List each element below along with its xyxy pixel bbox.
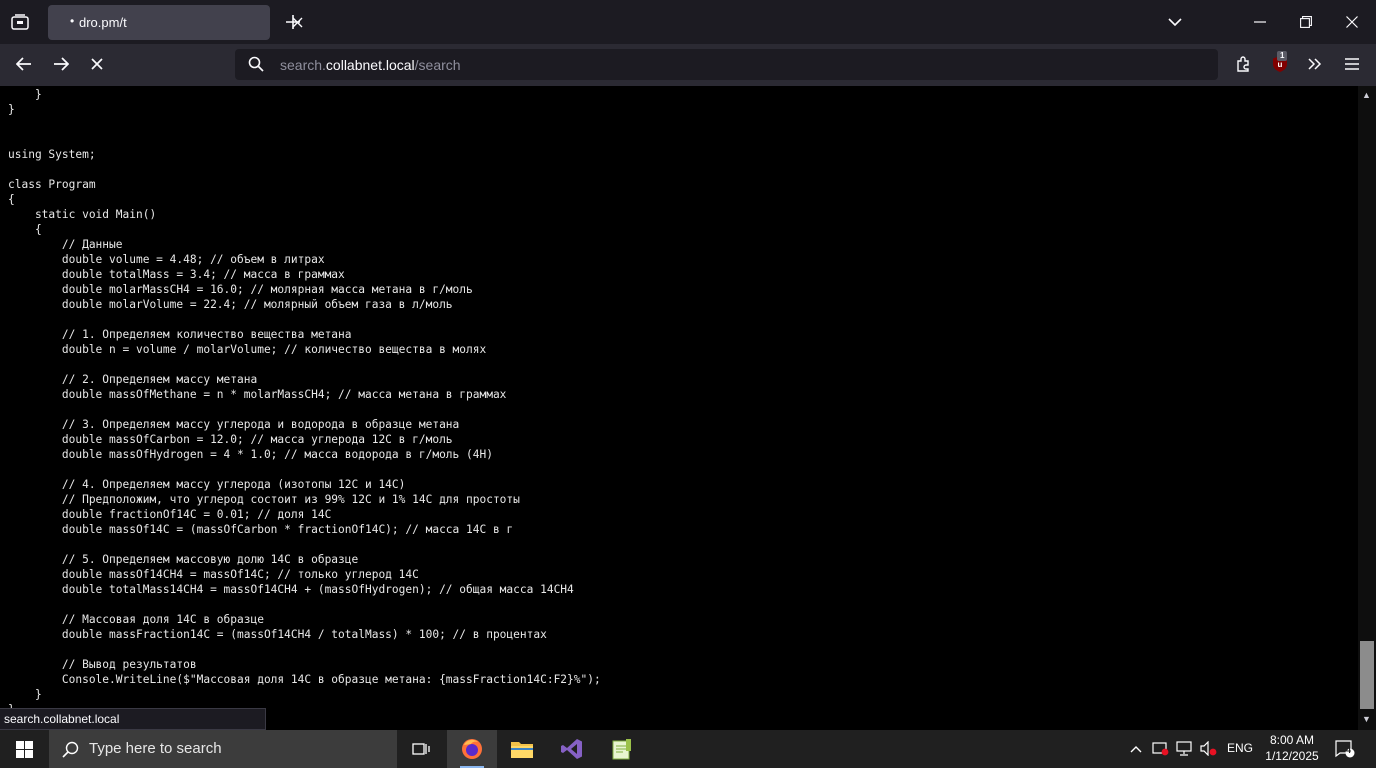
code-line: {	[8, 193, 15, 206]
windows-start-icon[interactable]	[0, 730, 49, 768]
code-line: double fractionOf14C = 0.01; // доля 14C	[8, 508, 332, 521]
url-host: collabnet.local	[325, 57, 415, 73]
page-content: } } using System; class Program { static…	[0, 86, 1358, 708]
code-text: } } using System; class Program { static…	[8, 87, 601, 708]
restore-icon[interactable]	[1296, 12, 1316, 32]
notepad-plus-plus-icon	[612, 739, 631, 760]
search-icon	[247, 55, 265, 73]
code-line: }	[8, 103, 15, 116]
code-line: double massOfMethane = n * molarMassCH4;…	[8, 388, 507, 401]
code-line: }	[8, 88, 42, 101]
app-menu-icon[interactable]	[1342, 54, 1362, 74]
system-clock[interactable]: 8:00 AM 1/12/2025	[1258, 732, 1326, 764]
close-window-icon[interactable]	[1342, 12, 1362, 32]
code-line: }	[8, 688, 42, 701]
scroll-down-arrow-icon[interactable]: ▼	[1362, 714, 1371, 724]
code-line: double massOfCarbon = 12.0; // масса угл…	[8, 433, 453, 446]
minimize-icon[interactable]	[1250, 12, 1270, 32]
notepad-taskbar-app[interactable]	[597, 730, 647, 768]
tab-title: dro.pm/t	[79, 15, 127, 30]
notification-center-icon[interactable]	[1334, 738, 1356, 760]
url-prefix: search.	[280, 57, 326, 73]
list-all-tabs-icon[interactable]	[1166, 13, 1184, 31]
code-line: // Данные	[8, 238, 123, 251]
code-line: // 3. Определяем массу углерода и водоро…	[8, 418, 460, 431]
address-bar[interactable]: search.collabnet.local/search	[235, 49, 1218, 80]
code-line: double massOf14C = (massOfCarbon * fract…	[8, 523, 514, 536]
url-path: /search	[414, 57, 461, 73]
firefox-view-icon[interactable]	[10, 12, 30, 32]
search-icon	[61, 740, 79, 758]
scroll-up-arrow-icon[interactable]: ▲	[1362, 90, 1371, 100]
clock-date: 1/12/2025	[1265, 749, 1319, 763]
overflow-menu-icon[interactable]	[1305, 54, 1325, 74]
taskbar-search-placeholder: Type here to search	[89, 740, 222, 757]
code-line: // 4. Определяем массу углерода (изотопы…	[8, 478, 406, 491]
input-language-indicator[interactable]: ENG	[1227, 741, 1253, 755]
code-line: // 5. Определяем массовую долю 14C в обр…	[8, 553, 359, 566]
code-line: // Вывод результатов	[8, 658, 197, 671]
firefox-taskbar-app[interactable]	[447, 730, 497, 768]
code-line: class Program	[8, 178, 96, 191]
code-line: double massOf14CH4 = massOf14C; // тольк…	[8, 568, 419, 581]
meet-now-icon[interactable]	[1151, 739, 1169, 757]
task-view-icon[interactable]	[407, 730, 435, 768]
visual-studio-taskbar-app[interactable]	[547, 730, 597, 768]
scrollbar-thumb[interactable]	[1360, 641, 1374, 709]
code-line: double molarMassCH4 = 16.0; // молярная …	[8, 283, 473, 296]
code-line: double totalMass14CH4 = massOf14CH4 + (m…	[8, 583, 574, 596]
volume-muted-icon[interactable]	[1199, 739, 1219, 757]
extension-badge: 1	[1277, 51, 1288, 61]
vertical-scrollbar[interactable]	[1358, 86, 1376, 730]
tab-strip: • dro.pm/t	[0, 0, 1376, 44]
tab-loading-indicator: •	[70, 14, 75, 28]
folder-icon	[511, 742, 533, 758]
file-explorer-taskbar-app[interactable]	[497, 730, 547, 768]
back-icon[interactable]	[14, 54, 34, 74]
extensions-icon[interactable]	[1233, 54, 1253, 74]
url-text[interactable]: search.collabnet.local/search	[280, 57, 461, 73]
code-line: {	[8, 223, 42, 236]
svg-text:u: u	[1278, 60, 1283, 69]
show-hidden-icons-icon[interactable]	[1128, 740, 1144, 758]
code-line: // Предположим, что углерод состоит из 9…	[8, 493, 520, 506]
forward-icon[interactable]	[51, 54, 71, 74]
code-line: double massOfHydrogen = 4 * 1.0; // масс…	[8, 448, 493, 461]
stop-loading-icon[interactable]	[87, 54, 107, 74]
code-line: double n = volume / molarVolume; // коли…	[8, 343, 487, 356]
code-line: // 2. Определяем массу метана	[8, 373, 258, 386]
code-line: static void Main()	[8, 208, 157, 221]
taskbar-search-box[interactable]: Type here to search	[49, 730, 397, 768]
network-icon[interactable]	[1175, 739, 1195, 757]
clock-time: 8:00 AM	[1269, 733, 1315, 747]
new-tab-icon[interactable]	[284, 13, 302, 31]
status-link-overlay: search.collabnet.local	[0, 708, 266, 730]
code-line: double molarVolume = 22.4; // молярный о…	[8, 298, 453, 311]
code-line: double massFraction14C = (massOf14CH4 / …	[8, 628, 547, 641]
active-tab[interactable]: • dro.pm/t	[48, 5, 302, 40]
code-line: // 1. Определяем количество вещества мет…	[8, 328, 352, 341]
firefox-icon	[462, 739, 482, 759]
code-line: Console.WriteLine($"Массовая доля 14C в …	[8, 673, 601, 686]
code-line: // Массовая доля 14C в образце	[8, 613, 264, 626]
code-line: double totalMass = 3.4; // масса в грамм…	[8, 268, 345, 281]
visual-studio-icon	[561, 739, 582, 759]
code-line: double volume = 4.48; // объем в литрах	[8, 253, 325, 266]
code-line: using System;	[8, 148, 96, 161]
notification-count-badge: 4	[1346, 745, 1352, 755]
